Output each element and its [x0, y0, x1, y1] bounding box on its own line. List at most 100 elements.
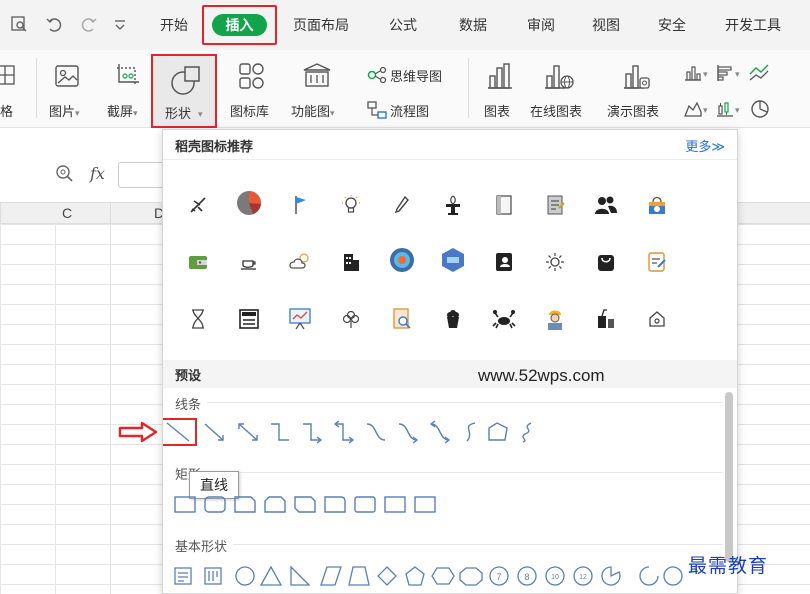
ribbon-separator	[36, 58, 37, 118]
dropdown-arrow-icon[interactable]: ▾	[735, 66, 740, 82]
document-search-icon[interactable]	[387, 304, 417, 334]
shape-freeform	[488, 422, 508, 441]
tab-developer[interactable]: 开发工具	[725, 15, 781, 35]
shape-rect-alt-1	[384, 496, 406, 513]
building-icon[interactable]	[336, 247, 366, 277]
tab-home[interactable]: 开始	[160, 15, 188, 35]
ribbon-demo-chart-button[interactable]: 演示图表	[607, 104, 659, 120]
tab-formulas[interactable]: 公式	[389, 15, 417, 35]
tab-security[interactable]: 安全	[658, 15, 686, 35]
tab-page-layout[interactable]: 页面布局	[293, 15, 349, 35]
shape-curved-arrow-connector	[398, 423, 419, 444]
shape-round-same-side-rect	[354, 496, 376, 513]
tab-insert[interactable]: 插入	[212, 14, 267, 36]
shape-button[interactable]: 形状 ▾	[151, 54, 217, 128]
demo-chart-icon[interactable]	[622, 62, 652, 90]
worker-icon[interactable]	[540, 304, 570, 334]
weather-cloud-icon[interactable]	[285, 247, 315, 277]
flag-icon[interactable]	[285, 190, 315, 220]
ribbon-shape-label: 形状	[165, 106, 192, 121]
table-icon[interactable]	[0, 64, 18, 86]
docer-icons-title: 稻壳图标推荐	[175, 139, 254, 154]
dropdown-arrow-icon[interactable]: ▾	[735, 102, 740, 118]
ribbon-screenshot-button[interactable]: 截屏▾	[107, 104, 138, 121]
crab-icon[interactable]	[489, 304, 519, 334]
contact-book-icon[interactable]	[489, 247, 519, 277]
icon-library-icon[interactable]	[238, 62, 266, 90]
mindmap-icon[interactable]	[366, 66, 388, 84]
pie-chart-icon[interactable]	[750, 99, 770, 119]
shopping-bag-icon[interactable]	[591, 247, 621, 277]
chart-icon[interactable]	[486, 62, 514, 90]
straight-line-selected-highlight[interactable]	[163, 418, 197, 446]
corner-watermark: 最需教育	[688, 555, 769, 577]
sheet-grid[interactable]	[0, 224, 165, 594]
print-preview-icon[interactable]	[10, 15, 28, 33]
coffee-icon[interactable]	[234, 247, 264, 277]
flowchart-icon[interactable]	[366, 100, 388, 120]
sheet-grid-right[interactable]	[738, 224, 810, 594]
flower-icon[interactable]	[336, 304, 366, 334]
shape-elbow-connector	[271, 423, 289, 441]
quick-access-dropdown-icon[interactable]	[113, 16, 127, 32]
drink-icon[interactable]	[591, 304, 621, 334]
ribbon-mindmap-button[interactable]: 思维导图	[390, 69, 442, 85]
ribbon-chart-button[interactable]: 图表	[484, 104, 510, 120]
panel-scrollbar[interactable]	[725, 392, 733, 562]
tab-review[interactable]: 审阅	[527, 15, 555, 35]
pen-icon[interactable]	[387, 190, 417, 220]
ribbon-screenshot-label: 截屏	[107, 104, 134, 119]
picture-icon[interactable]	[54, 64, 80, 88]
dropdown-arrow-icon[interactable]: ▾	[703, 66, 708, 82]
fx-button[interactable]: fx	[90, 164, 105, 183]
formula-input[interactable]	[118, 162, 168, 188]
line-chart-icon[interactable]	[748, 62, 770, 84]
book-icon[interactable]	[489, 190, 519, 220]
column-header-c[interactable]: C	[62, 205, 72, 221]
shape-snip-same-side-rect	[264, 496, 286, 513]
ribbon-icon-library-button[interactable]: 图标库	[230, 104, 269, 120]
more-icons-link[interactable]: 更多≫	[685, 136, 725, 155]
undo-icon[interactable]	[45, 15, 63, 33]
edit-note-icon[interactable]	[642, 247, 672, 277]
redo-icon[interactable]	[80, 15, 98, 33]
column-chart-icon[interactable]	[684, 64, 702, 82]
home-icon[interactable]	[642, 304, 672, 334]
pie-chart-color-icon[interactable]	[234, 188, 264, 218]
zoom-formula-icon[interactable]	[55, 164, 75, 184]
hourglass-icon[interactable]	[183, 304, 213, 334]
popcorn-icon[interactable]	[438, 304, 468, 334]
shape-rect-alt-2	[414, 496, 436, 513]
hexagon-badge-icon[interactable]	[438, 245, 468, 275]
area-chart-icon[interactable]	[684, 100, 702, 118]
wallet-icon[interactable]	[183, 247, 213, 277]
ribbon-table-label[interactable]: 格	[0, 104, 13, 120]
users-icon[interactable]	[591, 190, 621, 220]
shape-polygon-10: 10	[545, 566, 565, 586]
gift-bag-icon[interactable]	[642, 190, 672, 220]
bar-chart-icon[interactable]	[716, 64, 734, 82]
ribbon-online-chart-button[interactable]: 在线图表	[530, 104, 582, 120]
stock-chart-icon[interactable]	[716, 100, 734, 118]
presentation-board-icon[interactable]	[285, 304, 315, 334]
notepad-icon[interactable]	[540, 190, 570, 220]
tab-data[interactable]: 数据	[459, 15, 487, 35]
section-divider	[175, 544, 723, 545]
light-bulb-icon[interactable]	[336, 190, 366, 220]
shape-parallelogram	[320, 566, 342, 586]
sale-sign-icon[interactable]	[234, 304, 264, 334]
ribbon-picture-button[interactable]: 图片▾	[49, 104, 80, 121]
dropdown-arrow-icon[interactable]: ▾	[703, 102, 708, 118]
tab-view[interactable]: 视图	[592, 15, 620, 35]
target-icon[interactable]	[387, 245, 417, 275]
airplane-icon[interactable]	[183, 190, 213, 220]
function-chart-icon[interactable]	[301, 62, 333, 90]
shape-pentagon	[405, 566, 425, 586]
fountain-icon[interactable]	[438, 190, 468, 220]
screenshot-icon[interactable]	[115, 62, 143, 88]
ribbon-function-chart-button[interactable]: 功能图▾	[291, 104, 335, 121]
sun-icon[interactable]	[540, 247, 570, 277]
ribbon-flowchart-button[interactable]: 流程图	[390, 104, 429, 120]
online-chart-icon[interactable]	[543, 62, 575, 90]
shape-snip-diagonal-rect	[294, 496, 316, 513]
